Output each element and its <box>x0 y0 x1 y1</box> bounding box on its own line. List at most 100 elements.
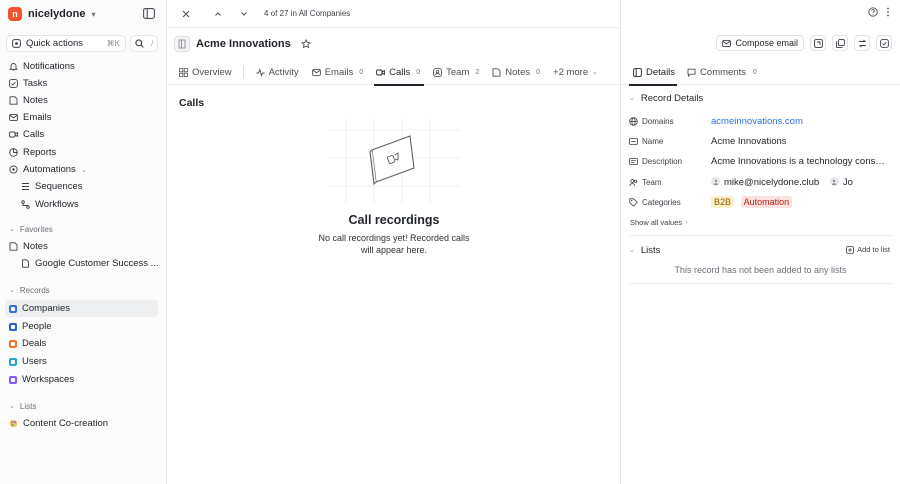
chevron-down-icon: ⌄ <box>9 403 15 410</box>
help-icon[interactable] <box>868 7 878 17</box>
tab-notes[interactable]: Notes 0 <box>492 60 540 85</box>
video-icon <box>376 68 385 77</box>
globe-icon <box>629 116 638 126</box>
favorites-section-toggle[interactable]: ⌄ Favorites <box>9 223 53 235</box>
sidebar-item-workflows[interactable]: Workflows <box>0 196 166 213</box>
sidebar-toggle-icon[interactable] <box>143 8 155 19</box>
workspace-switcher[interactable]: n nicelydone ▾ <box>0 0 166 28</box>
workflow-icon <box>21 200 30 209</box>
tab-label: Team <box>446 66 470 78</box>
compose-email-button[interactable]: Compose email <box>716 35 804 51</box>
tab-label: Comments <box>700 66 746 78</box>
tab-comments[interactable]: Comments 0 <box>687 60 757 85</box>
records-section-toggle[interactable]: ⌄ Records <box>9 284 50 296</box>
record-tabs: Overview Activity Emails 0 Calls 0 Team … <box>168 60 620 86</box>
team-member[interactable]: mike@nicelydone.club <box>724 177 819 188</box>
compare-button[interactable] <box>854 35 870 51</box>
favorite-item-notes[interactable]: Notes <box>0 238 166 255</box>
lists-title: Lists <box>640 244 661 256</box>
sidebar-item-sequences[interactable]: Sequences <box>0 178 166 195</box>
sidebar-item-content-co-creation[interactable]: Content Co-creation <box>0 415 166 432</box>
company-logo <box>174 36 190 52</box>
sidebar-item-tasks[interactable]: Tasks <box>0 75 166 92</box>
tab-activity[interactable]: Activity <box>256 60 299 85</box>
sidebar-item-companies[interactable]: Companies <box>5 300 158 317</box>
sidebar-item-notifications[interactable]: Notifications <box>0 58 166 75</box>
sidebar-item-label: Notes <box>23 95 48 106</box>
add-to-list-button[interactable]: Add to list <box>846 245 890 254</box>
sidebar-item-label: Workflows <box>35 199 79 210</box>
category-tag-automation: Automation <box>740 196 793 208</box>
tab-count: 0 <box>536 68 541 76</box>
records-label: Records <box>19 285 50 295</box>
description-value[interactable]: Acme Innovations is a technology consult… <box>711 156 889 167</box>
sidebar-item-label: Notifications <box>23 61 75 72</box>
star-icon[interactable] <box>300 39 311 49</box>
checkbox-icon <box>9 79 18 88</box>
search-button[interactable]: / <box>130 35 158 52</box>
record-title: Acme Innovations <box>196 38 291 50</box>
sidebar-item-notes[interactable]: Notes <box>0 92 166 109</box>
sidebar-item-calls[interactable]: Calls <box>0 126 166 143</box>
show-all-values-link[interactable]: Show all values › <box>630 218 687 227</box>
sidebar-item-deals[interactable]: Deals <box>0 335 166 352</box>
sidebar-item-reports[interactable]: Reports <box>0 144 166 161</box>
avatar <box>829 177 839 186</box>
mail-icon <box>722 39 732 48</box>
team-icon <box>433 67 442 77</box>
domain-link[interactable]: acmeinnovations.com <box>711 116 803 127</box>
chevron-down-icon <box>241 11 247 16</box>
more-vertical-icon[interactable] <box>886 7 890 17</box>
chart-icon <box>9 148 18 157</box>
chevron-down-icon: ⌄ <box>629 247 635 254</box>
lists-section-toggle[interactable]: ⌄ Lists <box>9 400 36 412</box>
chevron-down-icon: ⌄ <box>80 166 87 174</box>
merge-icon <box>813 38 823 48</box>
tab-details[interactable]: Details <box>628 60 678 86</box>
sidebar-item-users[interactable]: Users <box>0 353 166 370</box>
add-to-list-label: Add to list <box>857 245 890 254</box>
users-icon <box>9 357 17 366</box>
name-value[interactable]: Acme Innovations <box>711 136 787 147</box>
video-icon <box>9 130 18 139</box>
tab-more[interactable]: +2 more ⌄ <box>553 60 598 85</box>
sidebar-item-emails[interactable]: Emails <box>0 109 166 126</box>
sidebar-item-workspaces[interactable]: Workspaces <box>0 371 166 388</box>
tab-team[interactable]: Team 2 <box>433 60 479 85</box>
lists-empty-message: This record has not been added to any li… <box>674 265 847 275</box>
details-tabs: Details Comments 0 <box>621 60 900 86</box>
add-task-button[interactable] <box>876 35 892 51</box>
previous-record-button[interactable] <box>210 6 226 22</box>
merge-button[interactable] <box>810 35 826 51</box>
tab-emails[interactable]: Emails 0 <box>311 60 363 85</box>
sidebar-item-label: Sequences <box>35 181 83 192</box>
sidebar-item-automations[interactable]: Automations ⌄ <box>0 161 166 178</box>
compose-email-label: Compose email <box>735 38 798 48</box>
record-details-toggle[interactable]: ⌄ Record Details <box>629 92 703 104</box>
sidebar-item-label: Companies <box>22 303 71 314</box>
field-label: Categories <box>642 197 681 207</box>
grid-icon <box>179 67 188 77</box>
copy-button[interactable] <box>832 35 848 51</box>
sidebar-item-people[interactable]: People <box>0 318 166 335</box>
workspace-name: nicelydone <box>28 8 86 20</box>
quick-actions-button[interactable]: Quick actions ⌘K <box>6 35 126 52</box>
category-tags[interactable]: B2B Automation <box>711 196 796 208</box>
close-button[interactable] <box>178 6 194 22</box>
lists-toggle[interactable]: ⌄ Lists <box>629 244 660 256</box>
record-position-breadcrumb[interactable]: 4 of 27 in All Companies <box>264 9 350 18</box>
call-recording-illustration <box>328 118 460 207</box>
tab-overview[interactable]: Overview <box>179 60 232 85</box>
deals-icon <box>9 339 17 348</box>
tab-calls[interactable]: Calls 0 <box>374 60 425 86</box>
favorite-item-google-customer-success[interactable]: Google Customer Success ... <box>0 255 166 272</box>
next-record-button[interactable] <box>236 6 252 22</box>
sidebar-item-label: Google Customer Success ... <box>35 258 159 269</box>
sidebar-item-label: Tasks <box>23 78 48 89</box>
category-tag-b2b: B2B <box>711 196 735 208</box>
field-name: Name Acme Innovations <box>629 134 892 148</box>
team-member[interactable]: Jo <box>843 177 853 188</box>
note-icon <box>9 242 18 251</box>
tab-divider <box>242 66 244 78</box>
record-details-panel: Compose email Details Comments 0 ⌄ Recor… <box>620 0 900 484</box>
